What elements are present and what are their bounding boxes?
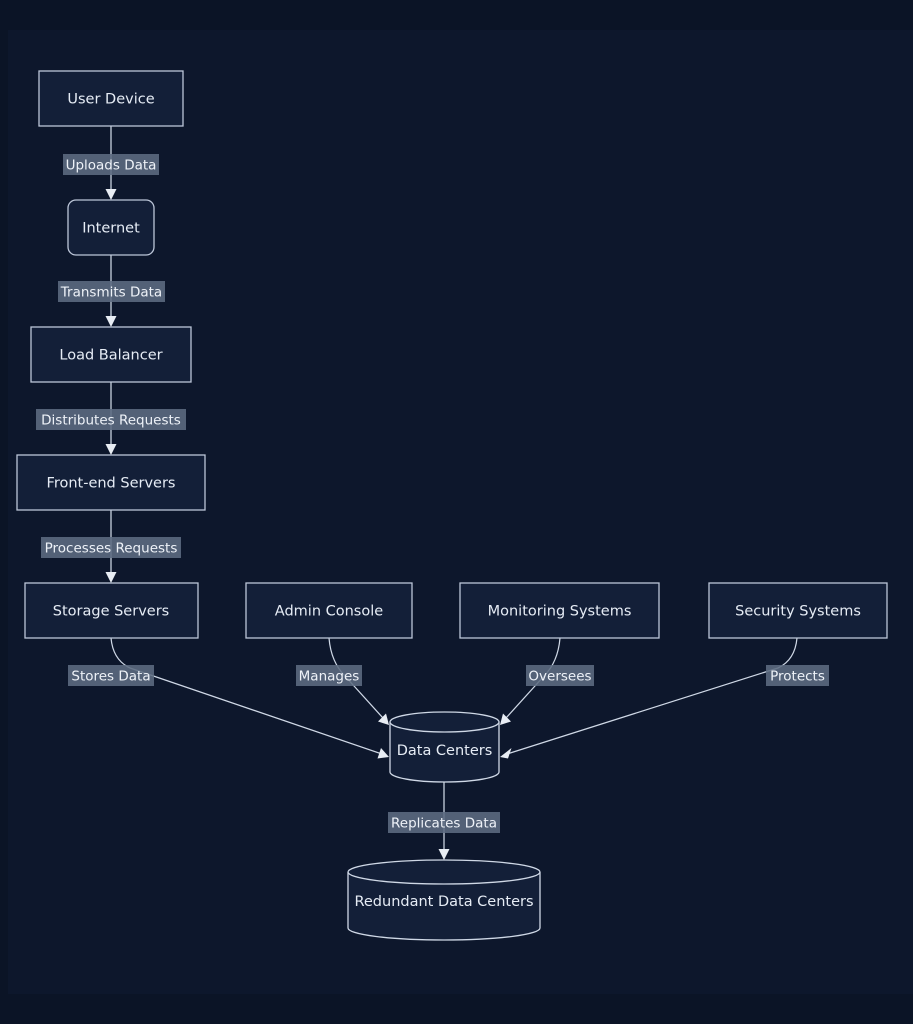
node-load-balancer[interactable]: Load Balancer (30, 326, 192, 383)
edge-label-text: Protects (770, 669, 825, 685)
node-data-centers[interactable]: Data Centers (389, 711, 500, 783)
node-security-systems[interactable]: Security Systems (708, 582, 888, 639)
edge-label-oversees: Oversees (526, 665, 594, 686)
node-monitoring-systems[interactable]: Monitoring Systems (459, 582, 660, 639)
node-label: Monitoring Systems (488, 604, 632, 620)
node-storage-servers[interactable]: Storage Servers (24, 582, 199, 639)
diagram-stage: User Device Internet Load Balancer Front… (0, 0, 913, 1024)
edge-label-text: Manages (299, 669, 360, 685)
edge-label-text: Processes Requests (45, 541, 178, 557)
arrow-head-icon (105, 189, 117, 200)
arrow-head-icon (105, 572, 117, 583)
node-label: Admin Console (275, 604, 383, 620)
edge-label-text: Stores Data (71, 669, 150, 685)
edge-label-distributes-requests: Distributes Requests (36, 409, 186, 430)
edge-label-manages: Manages (296, 665, 362, 686)
edge-label-text: Oversees (528, 669, 591, 685)
node-frontend-servers[interactable]: Front-end Servers (16, 454, 206, 511)
node-label: Load Balancer (59, 348, 162, 364)
edge-line (110, 637, 383, 755)
node-layer: User Device Internet Load Balancer Front… (16, 70, 888, 941)
node-label: Security Systems (735, 604, 861, 620)
flowchart-svg: User Device Internet Load Balancer Front… (16, 70, 888, 941)
node-label: Front-end Servers (47, 476, 176, 492)
node-admin-console[interactable]: Admin Console (245, 582, 413, 639)
arrow-head-icon (438, 849, 450, 860)
edge-label-text: Distributes Requests (41, 413, 181, 429)
edge-label-replicates-data: Replicates Data (388, 812, 500, 833)
edge-label-transmits-data: Transmits Data (58, 281, 165, 302)
edge-line (506, 637, 798, 755)
node-label: User Device (67, 92, 154, 108)
edge-label-protects: Protects (766, 665, 829, 686)
edge-label-text: Uploads Data (66, 158, 157, 174)
edge-label-stores-data: Stores Data (68, 665, 154, 686)
node-label: Redundant Data Centers (354, 894, 533, 910)
node-redundant-data-centers[interactable]: Redundant Data Centers (347, 859, 541, 941)
arrow-head-icon (105, 444, 117, 455)
arrow-head-icon (105, 316, 117, 327)
node-label: Data Centers (397, 743, 493, 759)
node-label: Storage Servers (53, 604, 169, 620)
edge-label-uploads-data: Uploads Data (63, 154, 159, 175)
edge-label-text: Replicates Data (391, 816, 497, 832)
node-internet[interactable]: Internet (67, 199, 155, 256)
edge-security-systems-to-data-centers (500, 637, 798, 759)
edge-storage-servers-to-data-centers (110, 637, 389, 759)
node-label: Internet (82, 221, 140, 237)
edge-label-text: Transmits Data (60, 285, 162, 301)
node-user-device[interactable]: User Device (38, 70, 184, 127)
edge-label-processes-requests: Processes Requests (41, 537, 181, 558)
